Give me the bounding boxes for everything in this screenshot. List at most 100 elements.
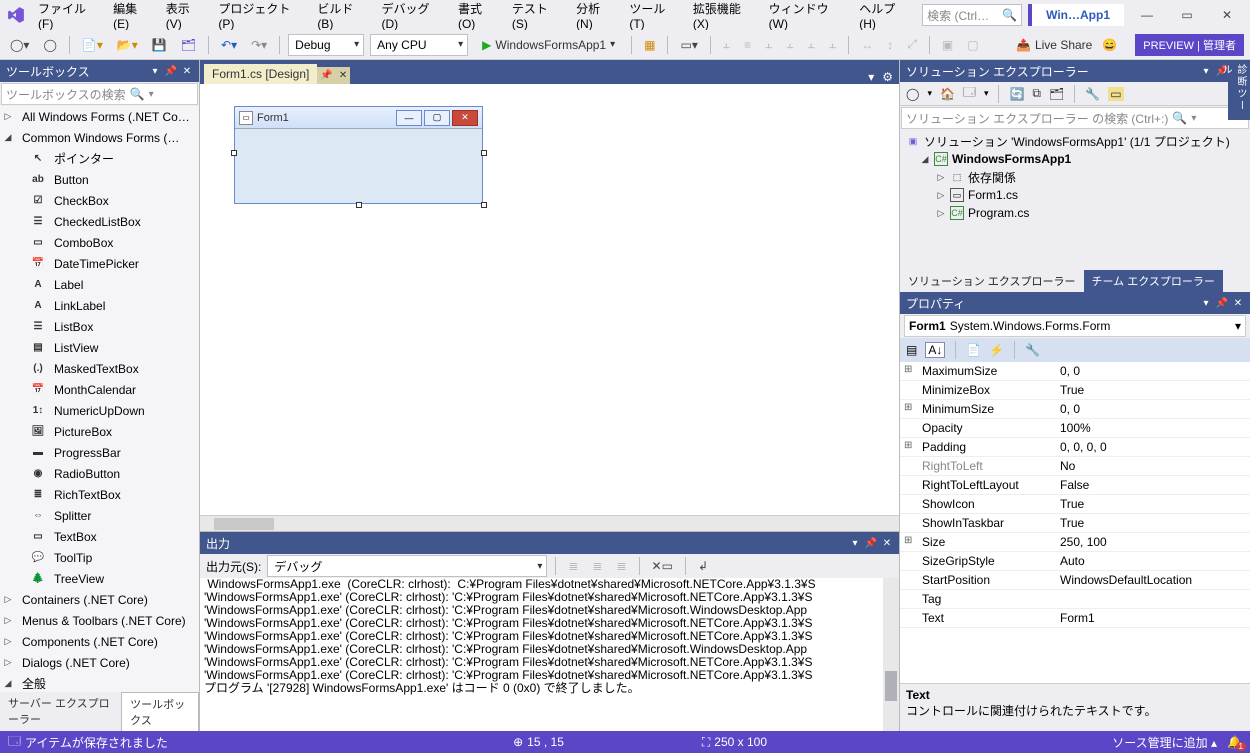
toolbox-item[interactable]: ◉RadioButton [0, 463, 199, 484]
show-all-icon[interactable]: 🗂 [1049, 87, 1064, 101]
toggle-wrap-icon[interactable]: ↲ [694, 557, 712, 575]
pin-icon[interactable]: 📌 [1216, 297, 1228, 309]
refresh-icon[interactable]: 🔄 [1009, 87, 1024, 101]
toolbox-item[interactable]: (.)MaskedTextBox [0, 358, 199, 379]
property-row[interactable]: Padding0, 0, 0, 0 [900, 438, 1250, 457]
property-row[interactable]: MinimizeBoxTrue [900, 381, 1250, 400]
document-tab[interactable]: Form1.cs [Design] [204, 64, 317, 84]
property-row[interactable]: RightToLeftNo [900, 457, 1250, 476]
properties-selector[interactable]: Form1 System.Windows.Forms.Form ▾ [904, 315, 1246, 337]
property-row[interactable]: StartPositionWindowsDefaultLocation [900, 571, 1250, 590]
search-input[interactable]: 検索 (Ctrl… 🔍 [922, 4, 1022, 26]
property-row[interactable]: ShowInTaskbarTrue [900, 514, 1250, 533]
form-window[interactable]: ▭ Form1 — ▢ ✕ [234, 106, 483, 204]
diagnostic-tools-tab[interactable]: 診断ツール [1228, 60, 1250, 120]
back-button[interactable]: ◯▾ [6, 36, 33, 54]
window-options-icon[interactable]: ▾ [149, 65, 161, 77]
project-chip[interactable]: Win…App1 [1028, 4, 1124, 26]
properties-icon[interactable]: 📄 [966, 343, 981, 357]
home-icon[interactable]: 🏠 [940, 87, 955, 101]
property-row[interactable]: TextForm1 [900, 609, 1250, 628]
toolbox-item[interactable]: ▭TextBox [0, 526, 199, 547]
toolbox-item[interactable]: ⇔Splitter [0, 505, 199, 526]
property-pages-icon[interactable]: 🔧 [1025, 343, 1040, 357]
toolbox-item[interactable]: 📅DateTimePicker [0, 253, 199, 274]
categorized-icon[interactable]: ▤ [906, 343, 917, 357]
tab-pin-icon[interactable]: 📌 [317, 67, 335, 84]
toolbox-item[interactable]: ☰CheckedListBox [0, 211, 199, 232]
forward-button[interactable]: ◯ [39, 36, 60, 54]
tool-btn-1[interactable]: ▦ [640, 36, 659, 54]
window-options-icon[interactable]: ▾ [1200, 65, 1212, 77]
tree-program-node[interactable]: ▷C#Program.cs [902, 204, 1248, 222]
chevron-down-icon[interactable]: ◢ [920, 154, 930, 165]
tree-form-node[interactable]: ▷▭Form1.cs [902, 186, 1248, 204]
property-row[interactable]: RightToLeftLayoutFalse [900, 476, 1250, 495]
toolbox-item[interactable]: abButton [0, 169, 199, 190]
notifications-button[interactable]: 🔔1 [1227, 735, 1242, 749]
toolbox-item[interactable]: ALabel [0, 274, 199, 295]
config-combo[interactable]: Debug [288, 34, 364, 56]
property-row[interactable]: MaximumSize0, 0 [900, 362, 1250, 381]
toolbox-item[interactable]: ↖ポインター [0, 148, 199, 169]
vertical-scrollbar[interactable] [883, 578, 899, 731]
sync-icon[interactable]: 🗔 [963, 83, 976, 104]
source-control-button[interactable]: ソース管理に追加 ▴ [1112, 734, 1217, 751]
platform-combo[interactable]: Any CPU [370, 34, 468, 56]
toolbox-item[interactable]: ☑CheckBox [0, 190, 199, 211]
window-options-icon[interactable]: ▾ [1200, 297, 1212, 309]
save-button[interactable]: 💾 [148, 36, 171, 54]
tab-server-explorer[interactable]: サーバー エクスプローラー [0, 692, 121, 731]
toolbox-group[interactable]: ▷Components (.NET Core) [0, 631, 199, 652]
toolbox-item[interactable]: ▭ComboBox [0, 232, 199, 253]
collapse-icon[interactable]: ⧉ [1032, 86, 1041, 101]
toolbox-item[interactable]: ▤ListView [0, 337, 199, 358]
property-row[interactable]: Size250, 100 [900, 533, 1250, 552]
toolbox-list[interactable]: ▷All Windows Forms (.NET Co…◢Common Wind… [0, 106, 199, 692]
resize-handle[interactable] [356, 202, 362, 208]
properties-icon[interactable]: 🔧 [1085, 87, 1100, 101]
close-icon[interactable]: ✕ [181, 65, 193, 77]
resize-handle[interactable] [481, 150, 487, 156]
properties-grid[interactable]: MaximumSize0, 0MinimizeBoxTrueMinimumSiz… [900, 362, 1250, 683]
start-debug-button[interactable]: ▶WindowsFormsApp1▾ [474, 34, 623, 56]
property-row[interactable]: MinimumSize0, 0 [900, 400, 1250, 419]
tool-btn-2[interactable]: ▭▾ [676, 36, 701, 54]
toolbox-item[interactable]: ☰ListBox [0, 316, 199, 337]
pin-icon[interactable]: 📌 [165, 65, 177, 77]
tab-solution-explorer[interactable]: ソリューション エクスプローラー [900, 270, 1084, 292]
window-options-icon[interactable]: ▾ [849, 537, 861, 549]
undo-button[interactable]: ↶▾ [217, 36, 241, 54]
feedback-icon[interactable]: 😄 [1098, 36, 1121, 54]
toolbox-item[interactable]: ALinkLabel [0, 295, 199, 316]
toolbox-item[interactable]: ▬ProgressBar [0, 442, 199, 463]
tab-toolbox[interactable]: ツールボックス [121, 692, 199, 731]
toolbox-item[interactable]: 💬ToolTip [0, 547, 199, 568]
property-row[interactable]: Opacity100% [900, 419, 1250, 438]
toolbox-item[interactable]: ≣RichTextBox [0, 484, 199, 505]
horizontal-scrollbar[interactable] [200, 515, 899, 531]
tab-team-explorer[interactable]: チーム エクスプローラー [1084, 270, 1223, 292]
tab-dropdown-icon[interactable]: ▾ [868, 70, 874, 84]
window-close-button[interactable]: ✕ [1210, 4, 1244, 26]
output-source-combo[interactable]: デバッグ [267, 555, 547, 577]
toolbox-search[interactable]: ツールボックスの検索 🔍 ▾ [1, 83, 198, 105]
chevron-right-icon[interactable]: ▷ [936, 208, 946, 219]
solution-tree[interactable]: ▣ソリューション 'WindowsFormsApp1' (1/1 プロジェクト)… [900, 130, 1250, 270]
property-row[interactable]: Tag [900, 590, 1250, 609]
live-share-button[interactable]: 📤Live Share [1016, 38, 1092, 52]
close-icon[interactable]: ✕ [881, 537, 893, 549]
window-minimize-button[interactable]: — [1130, 4, 1164, 26]
tab-close-icon[interactable]: ✕ [336, 67, 350, 84]
tree-project-node[interactable]: ◢C#WindowsFormsApp1 [902, 150, 1248, 168]
toolbox-group[interactable]: ▷All Windows Forms (.NET Co… [0, 106, 199, 127]
redo-button[interactable]: ↷▾ [247, 36, 271, 54]
tree-deps-node[interactable]: ▷⬚依存関係 [902, 168, 1248, 186]
toolbox-group[interactable]: ▷Menus & Toolbars (.NET Core) [0, 610, 199, 631]
property-row[interactable]: ShowIconTrue [900, 495, 1250, 514]
preview-icon[interactable]: ▭ [1108, 87, 1123, 101]
resize-handle[interactable] [231, 150, 237, 156]
toolbox-group[interactable]: ◢Common Windows Forms (… [0, 127, 199, 148]
chevron-right-icon[interactable]: ▷ [936, 172, 946, 183]
form-designer[interactable]: ▭ Form1 — ▢ ✕ [200, 84, 899, 531]
